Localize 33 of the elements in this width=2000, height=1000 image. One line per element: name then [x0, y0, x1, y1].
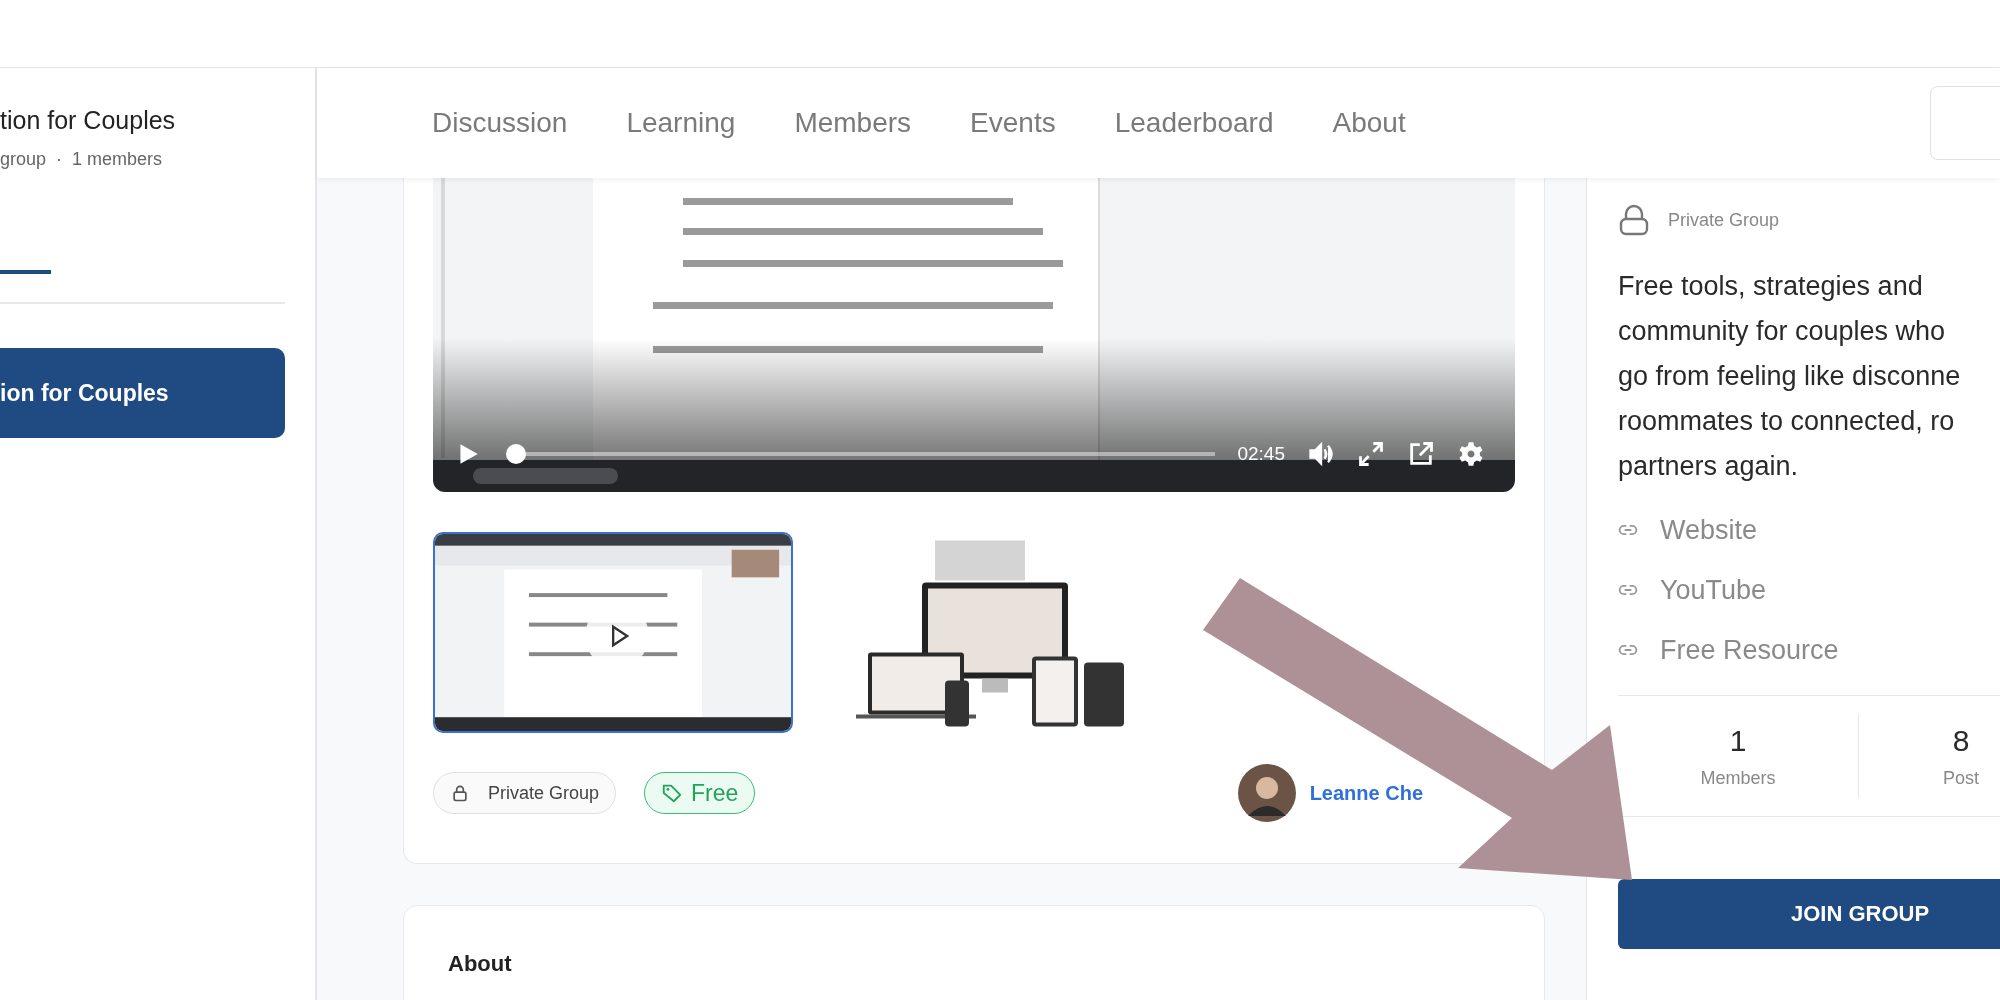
nav-tab[interactable]: Leaderboard: [1114, 107, 1274, 139]
group-meta: group · 1 members: [0, 149, 164, 170]
tag: Free: [644, 772, 756, 814]
share-icon[interactable]: [1407, 440, 1435, 468]
avatar: [1237, 764, 1296, 822]
stat-value: 1: [1729, 723, 1747, 758]
tag-icon: [661, 782, 684, 804]
group-title: tion for Couples: [0, 106, 177, 135]
group-link[interactable]: Website: [1660, 514, 1758, 546]
group-link[interactable]: Free Resource: [1660, 634, 1839, 666]
nav-tab[interactable]: Events: [970, 107, 1056, 139]
join-group-button[interactable]: JOIN GROUP: [1618, 879, 2000, 949]
tag: Private Group: [433, 772, 617, 814]
lock-icon: [1618, 204, 1650, 236]
fullscreen-icon[interactable]: [1357, 440, 1385, 468]
lock-icon: [450, 783, 470, 803]
video-time: 02:45: [1237, 443, 1285, 465]
active-tab-indicator: [0, 270, 51, 274]
stat-value: 8: [1952, 723, 1970, 758]
stat-label: Members: [1700, 767, 1776, 789]
nav-tab[interactable]: About: [1332, 107, 1406, 139]
author-link[interactable]: Leanne Che: [1309, 781, 1423, 805]
group-description: Free tools, strategies and community for couples who go from feeling like disconne roommates to connected, ro partners again.: [1618, 270, 1962, 483]
nav-tab[interactable]: Members: [794, 107, 912, 139]
volume-icon[interactable]: [1307, 440, 1335, 468]
settings-icon[interactable]: [1457, 440, 1485, 468]
privacy-label: Private Group: [1668, 209, 1780, 231]
nav-tab[interactable]: Learning: [626, 107, 736, 139]
group-link[interactable]: YouTube: [1660, 574, 1767, 606]
nav-tab[interactable]: Discussion: [432, 107, 568, 139]
stat-label: Post: [1943, 767, 1980, 789]
about-heading: About: [448, 951, 512, 976]
sidebar-item[interactable]: ion for Couples: [0, 348, 285, 438]
